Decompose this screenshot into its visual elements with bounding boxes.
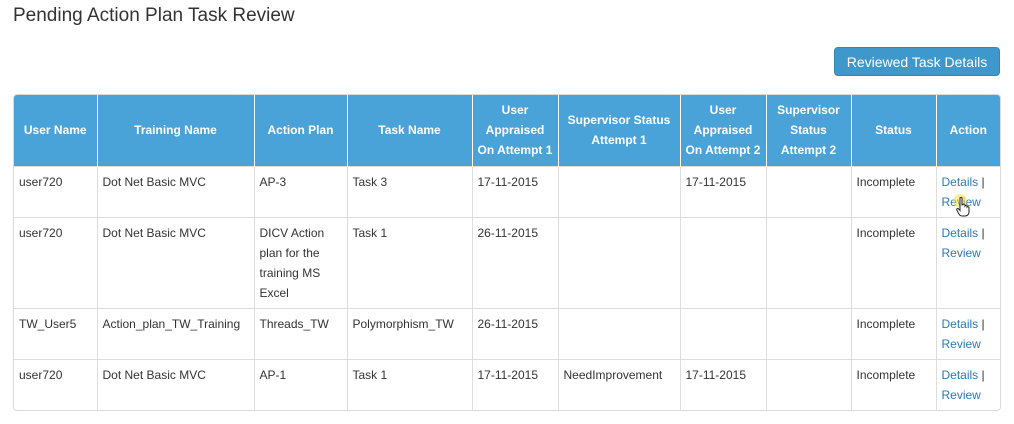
- cell-supervisor-status-1: [558, 216, 681, 308]
- cell-appraised-attempt-1: 26-11-2015: [472, 307, 559, 359]
- cell-appraised-attempt-2: 17-11-2015: [680, 358, 767, 410]
- header-user-appraised-attempt-2[interactable]: User Appraised On Attempt 2: [680, 95, 767, 166]
- cell-user-name: user720: [14, 165, 98, 217]
- cell-supervisor-status-2: [766, 307, 852, 359]
- header-action: Action: [936, 95, 1000, 166]
- cell-status: Incomplete: [851, 165, 937, 217]
- cell-training-name: Dot Net Basic MVC: [97, 216, 255, 308]
- cell-task-name: Polymorphism_TW: [347, 307, 473, 359]
- review-link[interactable]: Review: [942, 337, 981, 351]
- cell-task-name: Task 1: [347, 216, 473, 308]
- cell-action-plan: AP-1: [254, 358, 348, 410]
- cell-supervisor-status-1: NeedImprovement: [558, 358, 681, 410]
- reviewed-task-details-button[interactable]: Reviewed Task Details: [834, 47, 1000, 76]
- cell-status: Incomplete: [851, 216, 937, 308]
- cell-appraised-attempt-1: 17-11-2015: [472, 165, 559, 217]
- cell-user-name: user720: [14, 358, 98, 410]
- details-link[interactable]: Details: [942, 175, 979, 189]
- cell-task-name: Task 3: [347, 165, 473, 217]
- pending-tasks-table: User Name Training Name Action Plan Task…: [13, 94, 1001, 411]
- header-task-name[interactable]: Task Name: [347, 95, 473, 166]
- cell-appraised-attempt-2: [680, 307, 767, 359]
- details-link[interactable]: Details: [942, 226, 979, 240]
- cell-appraised-attempt-2: [680, 216, 767, 308]
- cell-action: Details | Review: [936, 358, 1000, 410]
- cell-action-plan: Threads_TW: [254, 307, 348, 359]
- link-separator: |: [981, 174, 985, 189]
- cell-status: Incomplete: [851, 307, 937, 359]
- cell-user-name: user720: [14, 216, 98, 308]
- cell-supervisor-status-2: [766, 165, 852, 217]
- cell-supervisor-status-2: [766, 216, 852, 308]
- details-link[interactable]: Details: [942, 317, 979, 331]
- cell-appraised-attempt-2: 17-11-2015: [680, 165, 767, 217]
- link-separator: |: [981, 316, 985, 331]
- cell-action: Details | Review: [936, 307, 1000, 359]
- cell-task-name: Task 1: [347, 358, 473, 410]
- cell-user-name: TW_User5: [14, 307, 98, 359]
- header-supervisor-status-attempt-1[interactable]: Supervisor Status Attempt 1: [558, 95, 681, 166]
- header-status[interactable]: Status: [851, 95, 937, 166]
- table-header-row: User Name Training Name Action Plan Task…: [14, 95, 1000, 166]
- link-separator: |: [981, 367, 985, 382]
- details-link[interactable]: Details: [942, 368, 979, 382]
- page-title: Pending Action Plan Task Review: [13, 5, 295, 26]
- link-separator: |: [981, 225, 985, 240]
- cell-training-name: Dot Net Basic MVC: [97, 358, 255, 410]
- cell-status: Incomplete: [851, 358, 937, 410]
- header-user-name[interactable]: User Name: [14, 95, 98, 166]
- table-row: TW_User5 Action_plan_TW_Training Threads…: [14, 307, 1000, 359]
- header-user-appraised-attempt-1[interactable]: User Appraised On Attempt 1: [472, 95, 559, 166]
- cell-action: Details | Review: [936, 216, 1000, 308]
- hand-pointer-icon: [953, 194, 970, 217]
- header-training-name[interactable]: Training Name: [97, 95, 255, 166]
- header-action-plan[interactable]: Action Plan: [254, 95, 348, 166]
- cell-supervisor-status-1: [558, 307, 681, 359]
- review-link[interactable]: Review: [942, 388, 981, 402]
- cell-action-plan: AP-3: [254, 165, 348, 217]
- table-row: user720 Dot Net Basic MVC AP-3 Task 3 17…: [14, 165, 1000, 217]
- cell-training-name: Action_plan_TW_Training: [97, 307, 255, 359]
- table-row: user720 Dot Net Basic MVC AP-1 Task 1 17…: [14, 358, 1000, 410]
- header-supervisor-status-attempt-2[interactable]: Supervisor Status Attempt 2: [766, 95, 852, 166]
- cell-supervisor-status-2: [766, 358, 852, 410]
- review-link[interactable]: Review: [942, 246, 981, 260]
- cell-appraised-attempt-1: 17-11-2015: [472, 358, 559, 410]
- cell-supervisor-status-1: [558, 165, 681, 217]
- table-row: user720 Dot Net Basic MVC DICV Action pl…: [14, 216, 1000, 308]
- cell-training-name: Dot Net Basic MVC: [97, 165, 255, 217]
- cell-action-plan: DICV Action plan for the training MS Exc…: [254, 216, 348, 308]
- cell-appraised-attempt-1: 26-11-2015: [472, 216, 559, 308]
